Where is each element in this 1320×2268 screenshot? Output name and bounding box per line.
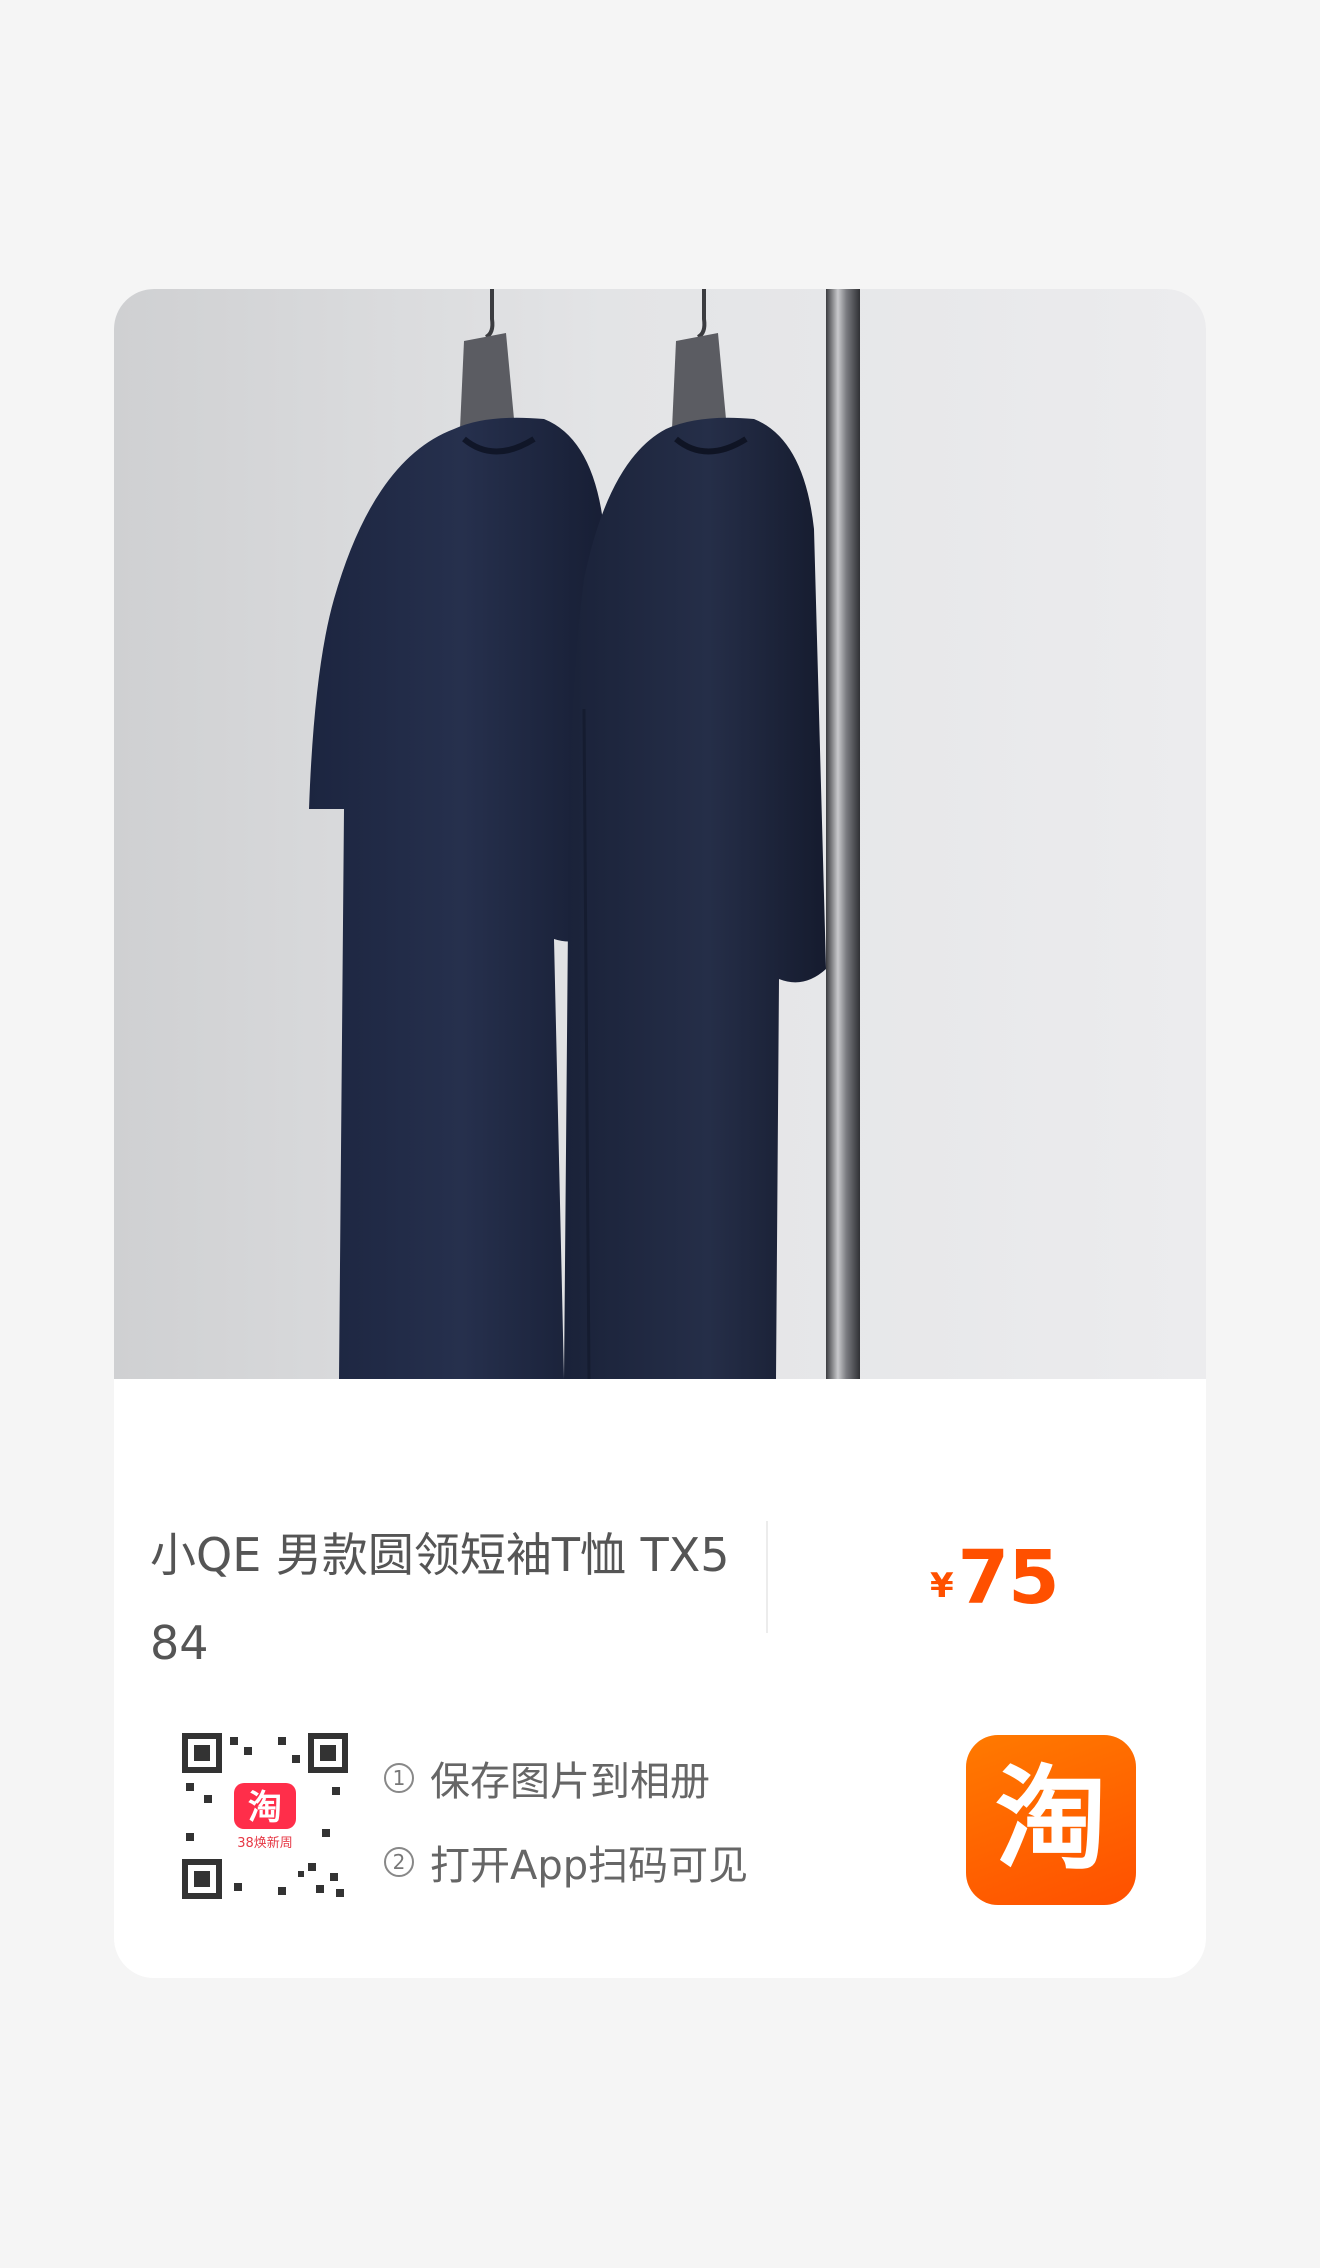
step-save-image: 1 保存图片到相册 xyxy=(384,1749,710,1807)
step-2-text: 打开App扫码可见 xyxy=(430,1843,749,1889)
product-price: ¥75 xyxy=(930,1535,1060,1621)
currency-symbol: ¥ xyxy=(930,1566,954,1606)
qr-badge-text: 淘 xyxy=(248,1788,282,1828)
product-title: 小QE 男款圆领短袖T恤 TX584 xyxy=(150,1528,730,1670)
title-price-divider xyxy=(766,1521,768,1633)
product-photo xyxy=(114,289,1206,1379)
step-1-text: 保存图片到相册 xyxy=(430,1759,710,1805)
taobao-logo-char: 淘 xyxy=(995,1755,1107,1885)
qr-code[interactable]: 淘 38焕新周 xyxy=(182,1733,348,1899)
taobao-logo-icon: 淘 xyxy=(966,1735,1136,1905)
price-value: 75 xyxy=(957,1535,1060,1621)
qr-badge-caption: 38焕新周 xyxy=(237,1835,293,1851)
step-number-2: 2 xyxy=(384,1847,414,1877)
step-number-1: 1 xyxy=(384,1763,414,1793)
share-card: 小QE 男款圆领短袖T恤 TX584 ¥75 淘 38焕新周 1 保存图片到相册… xyxy=(114,289,1206,1978)
step-open-app: 2 打开App扫码可见 xyxy=(384,1833,748,1891)
